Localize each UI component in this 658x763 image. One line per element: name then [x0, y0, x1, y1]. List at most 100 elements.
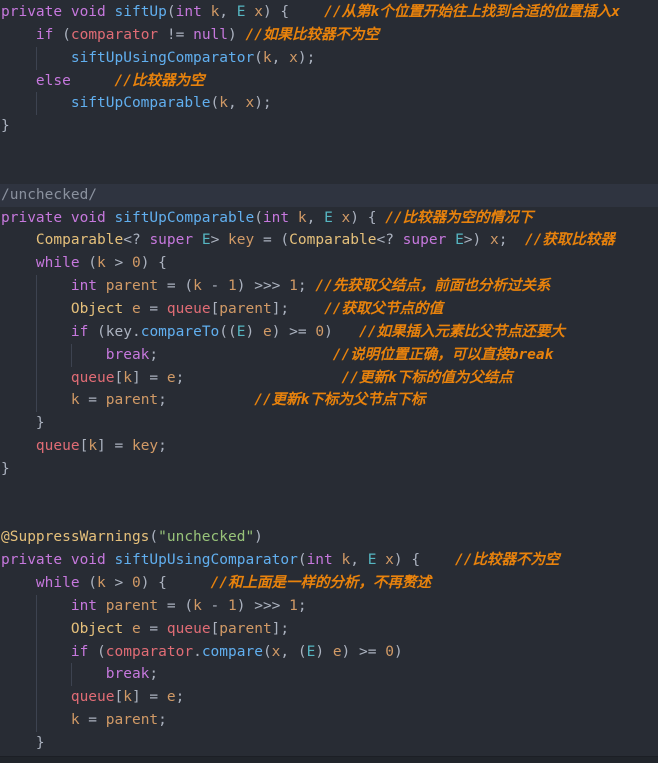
code-token: compareTo [140, 323, 220, 340]
code-line[interactable] [0, 161, 658, 184]
code-token: > [105, 255, 132, 272]
code-line[interactable]: } [0, 412, 658, 435]
code-token: k [341, 552, 351, 569]
code-token: key [228, 232, 255, 249]
code-token: while [35, 575, 80, 592]
code-token: ( [166, 4, 176, 20]
code-line[interactable]: } [0, 458, 658, 481]
code-token: 1 [289, 597, 298, 614]
code-token: , [228, 95, 246, 112]
code-line[interactable]: k = parent; //更新k下标为父节点下标 [0, 389, 658, 413]
code-token: siftUpComparable [114, 209, 255, 226]
code-token: parent [105, 597, 159, 614]
code-token: private [1, 552, 63, 569]
code-token: void [70, 209, 106, 226]
code-line[interactable]: else //比较器为空 [0, 70, 658, 93]
code-line[interactable]: private void siftUpComparable(int k, E x… [0, 207, 658, 230]
code-line[interactable]: Object e = queue[parent]; [0, 617, 658, 641]
code-line[interactable]: queue[k] = key; [0, 435, 658, 458]
code-token: ) [228, 26, 246, 43]
code-line[interactable] [0, 138, 658, 161]
code-token: "unchecked" [158, 529, 255, 546]
code-line[interactable]: Comparable<? super E> key = (Comparable<… [0, 229, 658, 252]
code-token: = [79, 712, 106, 729]
code-token: = [140, 620, 167, 637]
code-token: @SuppressWarnings [1, 529, 150, 546]
code-token: - [201, 278, 229, 295]
code-line[interactable]: while (k > 0) { //和上面是一样的分析，不再赘述 [0, 572, 658, 595]
code-token: e [332, 643, 342, 660]
code-token: ) >= [341, 643, 386, 660]
code-comment: //说明位置正确，可以直接break [332, 346, 554, 363]
code-line[interactable]: int parent = (k - 1) >>> 1; //先获取父结点，前面也… [0, 275, 658, 298]
code-token: Object [70, 300, 124, 317]
code-line[interactable]: @SuppressWarnings("unchecked") [0, 526, 658, 549]
code-line[interactable]: Object e = queue[parent]; //获取父节点的值 [0, 297, 658, 321]
horizontal-scrollbar[interactable] [0, 756, 658, 763]
code-token: ) [254, 529, 263, 546]
code-line[interactable] [0, 504, 658, 527]
code-token: 1 [228, 597, 237, 614]
code-token: ) { [262, 4, 290, 20]
code-line[interactable]: siftUpUsingComparator(k, x); [0, 46, 658, 70]
code-token: = [140, 300, 167, 317]
code-token: ) [393, 643, 403, 660]
code-token: E [236, 4, 246, 20]
code-token: != [158, 26, 194, 43]
code-line[interactable]: queue[k] = e; //更新k下标的值为父结点 [0, 366, 658, 390]
code-token: private [1, 209, 63, 226]
code-token: parent [105, 278, 159, 295]
code-token: , [271, 49, 290, 66]
code-token: e [262, 323, 272, 340]
code-line[interactable]: if (comparator.compare(x, (E) e) >= 0) [0, 640, 658, 664]
code-line[interactable]: break; //说明位置正确，可以直接break [0, 343, 658, 367]
code-line[interactable]: } [0, 115, 658, 138]
code-line[interactable]: queue[k] = e; [0, 686, 658, 710]
code-token: int [262, 209, 290, 226]
code-token: ( [79, 575, 98, 592]
code-comment: //比较器为空 [114, 72, 205, 89]
code-comment: //先获取父结点，前面也分析过关系 [315, 278, 551, 295]
code-lines-container[interactable]: private void siftUp(int k, E x) { //从第k个… [0, 0, 658, 763]
code-comment: //比较器不为空 [455, 552, 560, 569]
code-line[interactable]: private void siftUpUsingComparator(int k… [0, 549, 658, 572]
code-token: <? [376, 232, 403, 249]
code-token: ; [158, 392, 167, 409]
code-line[interactable]: siftUpComparable(k, x); [0, 92, 658, 116]
code-token: ] = [97, 438, 132, 455]
code-token: if [35, 26, 54, 43]
code-line[interactable] [0, 481, 658, 504]
code-line[interactable]: if (key.compareTo((E) e) >= 0) //如果插入元素比… [0, 320, 658, 344]
code-token: queue [70, 369, 115, 386]
code-token: ( [149, 529, 159, 546]
code-token: queue [35, 438, 80, 455]
code-line[interactable]: while (k > 0) { [0, 252, 658, 275]
code-token: k [297, 209, 307, 226]
code-token: ; [175, 689, 185, 706]
code-line[interactable]: /unchecked/ [0, 183, 658, 207]
code-comment: //获取父节点的值 [324, 300, 444, 317]
code-token: ) >>> [236, 278, 290, 295]
code-token: >) [463, 232, 490, 249]
code-line[interactable]: } [0, 732, 658, 755]
code-token: k [219, 95, 228, 112]
code-token: (( [219, 323, 237, 340]
code-line[interactable]: break; [0, 663, 658, 687]
code-line[interactable]: k = parent; [0, 709, 658, 732]
code-line[interactable]: int parent = (k - 1) >>> 1; [0, 594, 658, 618]
code-token: comparator [105, 643, 194, 660]
code-line[interactable]: private void siftUp(int k, E x) { //从第k个… [0, 1, 658, 24]
code-line[interactable]: if (comparator != null) //如果比较器不为空 [0, 24, 658, 47]
code-editor[interactable]: private void siftUp(int k, E x) { //从第k个… [0, 0, 658, 763]
code-token: ) >>> [236, 597, 290, 614]
